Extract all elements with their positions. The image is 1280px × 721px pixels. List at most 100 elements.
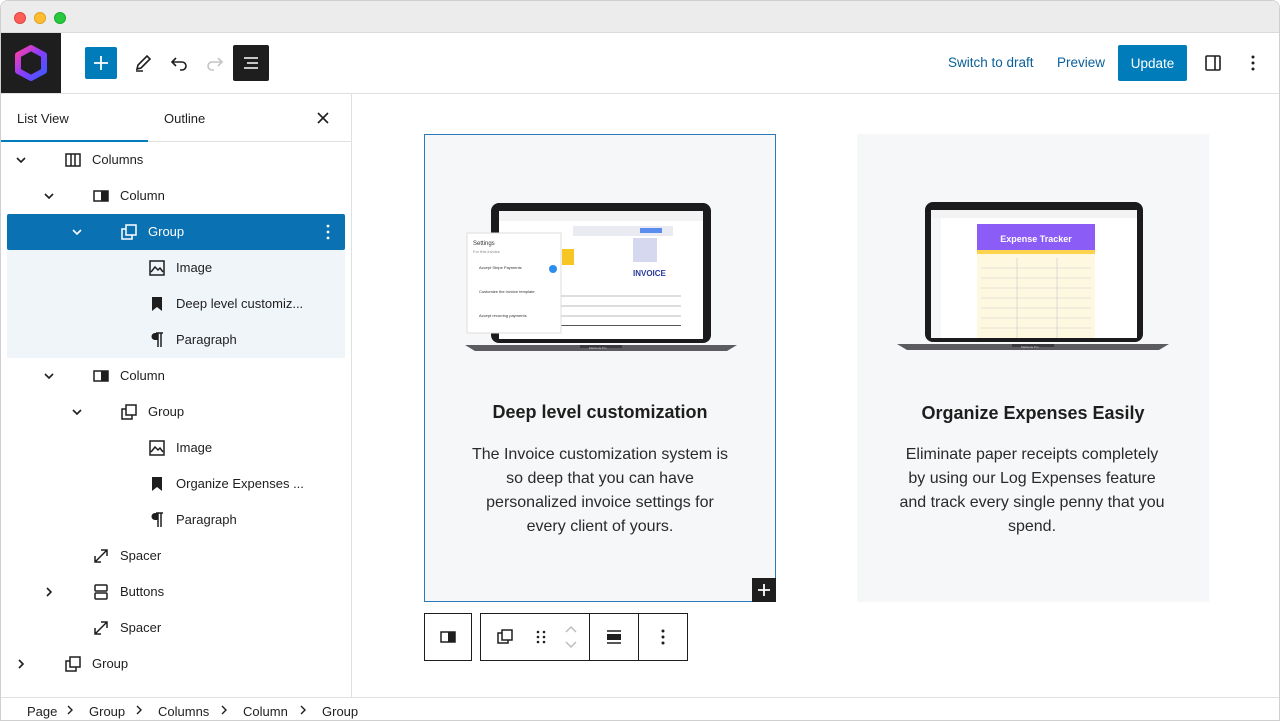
tree-item-paragraph[interactable]: Paragraph (7, 502, 345, 538)
chevron-right-icon (67, 705, 73, 715)
plus-icon (94, 56, 108, 70)
laptop-invoice-image[interactable]: INVOICE Settings For this invoice Accept… (465, 201, 737, 371)
block-inserter-button[interactable] (752, 578, 776, 602)
drag-handle[interactable] (529, 614, 553, 660)
document-overview-button[interactable] (233, 45, 269, 81)
group-block[interactable]: Expense Tracker Macbook Pro Organize Exp… (857, 134, 1209, 602)
tree-item-image[interactable]: Image (7, 430, 345, 466)
chevron-down-icon[interactable] (41, 368, 57, 384)
chevron-down-icon[interactable] (41, 188, 57, 204)
undo-button[interactable] (163, 47, 195, 79)
tree-item-spacer[interactable]: Spacer (7, 610, 345, 646)
tree-item-label: Column (120, 368, 165, 383)
chevron-right-icon[interactable] (41, 584, 57, 600)
parent-block-selector[interactable] (424, 613, 472, 661)
chevron-right-icon (300, 705, 306, 715)
tree-item-group[interactable]: Group (7, 394, 345, 430)
tree-item-group[interactable]: Group (7, 646, 345, 682)
preview-button[interactable]: Preview (1057, 55, 1105, 70)
chevron-down-icon[interactable] (69, 404, 85, 420)
svg-text:Macbook Pro: Macbook Pro (1021, 345, 1039, 349)
options-menu-button[interactable] (1237, 47, 1269, 79)
update-button[interactable]: Update (1118, 45, 1187, 81)
tree-item-spacer[interactable]: Spacer (7, 538, 345, 574)
tab-outline[interactable]: Outline (164, 111, 205, 126)
block-toolbar (480, 613, 688, 661)
chevron-down-icon[interactable] (69, 224, 85, 240)
panel-tabs: List View Outline (1, 94, 351, 142)
tree-item-group[interactable]: Group (7, 214, 345, 250)
svg-text:Accept recurring payments: Accept recurring payments (479, 313, 527, 318)
add-block-button[interactable] (85, 47, 117, 79)
tree-item-deep-level-customiz[interactable]: Deep level customiz... (7, 286, 345, 322)
chevron-right-icon[interactable] (13, 656, 29, 672)
tree-item-column[interactable]: Column (7, 358, 345, 394)
breadcrumb-item: Group (322, 704, 359, 719)
close-icon (317, 112, 329, 124)
tree-item-label: Paragraph (176, 512, 237, 527)
laptop-expense-image[interactable]: Expense Tracker Macbook Pro (897, 200, 1169, 370)
close-window-button[interactable] (14, 12, 26, 24)
redo-button[interactable] (199, 47, 231, 79)
move-buttons (553, 614, 589, 660)
svg-text:Customize the invoice template: Customize the invoice template (479, 289, 535, 294)
spacer-icon (94, 621, 108, 635)
more-vertical-icon[interactable] (319, 223, 337, 241)
select-parent-button[interactable] (425, 614, 471, 660)
chevron-up-icon[interactable] (564, 624, 578, 634)
block-breadcrumb: Page Group Columns Column Group (1, 697, 1279, 720)
block-options-button[interactable] (639, 614, 687, 660)
svg-text:Macbook Pro: Macbook Pro (589, 346, 607, 350)
plus-icon (758, 584, 770, 596)
tree-item-paragraph[interactable]: Paragraph (7, 322, 345, 358)
breadcrumb-item[interactable]: Group (89, 704, 125, 719)
tree-item-column[interactable]: Column (7, 178, 345, 214)
tools-button[interactable] (127, 47, 159, 79)
close-panel-button[interactable] (313, 108, 333, 128)
list-view-panel: List View Outline Columns Column Group Imag… (1, 94, 352, 697)
paragraph-icon (151, 512, 163, 527)
chevron-right-icon (221, 705, 227, 715)
zoom-window-button[interactable] (54, 12, 66, 24)
block-type-button[interactable] (481, 614, 529, 660)
tree-item-label: Paragraph (176, 332, 237, 347)
logo-icon (15, 45, 47, 81)
card-paragraph[interactable]: The Invoice customization system is so d… (465, 443, 735, 539)
breadcrumb-item[interactable]: Columns (158, 704, 209, 719)
chevron-down-icon[interactable] (13, 152, 29, 168)
tree-item-organize-expenses[interactable]: Organize Expenses ... (7, 466, 345, 502)
switch-to-draft-button[interactable]: Switch to draft (948, 55, 1034, 70)
breadcrumb-item[interactable]: Column (243, 704, 288, 719)
tree-item-label: Group (148, 224, 185, 239)
column-icon (93, 370, 109, 382)
editor-canvas: INVOICE Settings For this invoice Accept… (352, 94, 1279, 697)
tree-item-columns[interactable]: Columns (7, 142, 345, 178)
tree-item-label: Spacer (120, 620, 162, 635)
group-icon (121, 404, 137, 420)
group-icon (497, 629, 513, 644)
list-view-icon (244, 57, 258, 69)
minimize-window-button[interactable] (34, 12, 46, 24)
chevron-down-icon[interactable] (564, 640, 578, 650)
site-logo[interactable] (1, 33, 61, 93)
bookmark-icon (152, 297, 162, 311)
group-icon (121, 224, 137, 240)
tree-item-image[interactable]: Image (7, 250, 345, 286)
breadcrumb-item[interactable]: Page (27, 704, 57, 719)
tree-item-label: Buttons (120, 584, 165, 599)
tab-list-view[interactable]: List View (17, 111, 69, 126)
group-block-selected[interactable]: INVOICE Settings For this invoice Accept… (424, 134, 776, 602)
card-heading[interactable]: Deep level customization (425, 402, 775, 423)
align-button[interactable] (590, 614, 638, 660)
card-heading[interactable]: Organize Expenses Easily (857, 403, 1209, 424)
app-window: Switch to draft Preview Update List View… (0, 0, 1280, 721)
undo-icon (170, 57, 187, 71)
bookmark-icon (152, 477, 162, 491)
paragraph-icon (151, 332, 163, 347)
group-icon (65, 656, 81, 672)
tree-item-label: Image (176, 440, 213, 455)
card-paragraph[interactable]: Eliminate paper receipts completely by u… (897, 443, 1167, 539)
tree-item-buttons[interactable]: Buttons (7, 574, 345, 610)
tree-item-label: Group (148, 404, 185, 419)
settings-sidebar-toggle[interactable] (1197, 47, 1229, 79)
